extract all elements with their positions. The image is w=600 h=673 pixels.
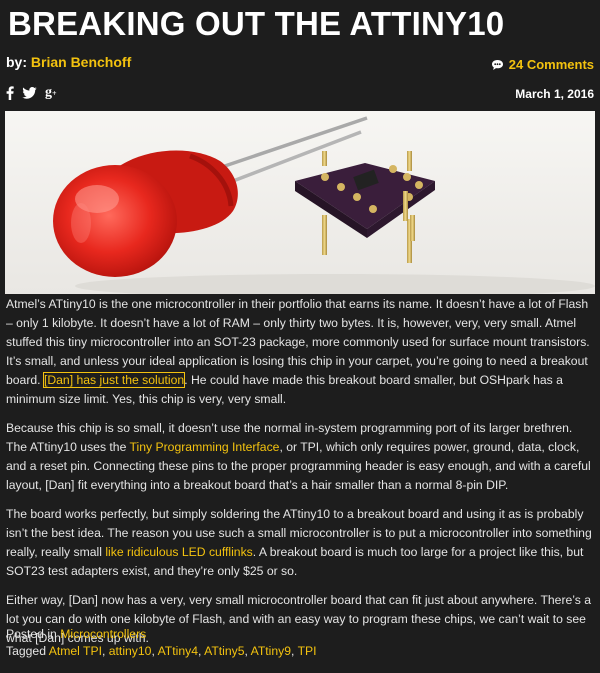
tags-row: Tagged Atmel TPI, attiny10, ATtiny4, ATt… bbox=[6, 643, 317, 660]
tpi-link[interactable]: Tiny Programming Interface bbox=[130, 440, 280, 454]
tag-link[interactable]: Atmel TPI bbox=[49, 644, 102, 658]
comments-count: 24 Comments bbox=[508, 57, 594, 72]
paragraph-2: Because this chip is so small, it doesn’… bbox=[6, 419, 594, 495]
author-link[interactable]: Brian Benchoff bbox=[31, 54, 131, 70]
twitter-icon[interactable] bbox=[22, 86, 37, 100]
tag-separator: , bbox=[101, 644, 109, 658]
tag-link[interactable]: ATtiny9 bbox=[251, 644, 291, 658]
led-cufflinks-link[interactable]: like ridiculous LED cufflinks bbox=[105, 545, 252, 559]
facebook-icon[interactable] bbox=[6, 86, 14, 100]
gplus-plus: + bbox=[52, 88, 57, 98]
dan-solution-link[interactable]: [Dan] has just the solution bbox=[42, 372, 186, 388]
paragraph-1: Atmel’s ATtiny10 is the one microcontrol… bbox=[6, 295, 594, 409]
posted-in-row: Posted in Microcontrollers bbox=[6, 626, 317, 643]
tag-link[interactable]: ATtiny5 bbox=[204, 644, 244, 658]
article-title: BREAKING OUT THE ATTINY10 bbox=[8, 5, 505, 42]
category-link[interactable]: Microcontrollers bbox=[60, 627, 146, 641]
tag-link[interactable]: ATtiny4 bbox=[158, 644, 198, 658]
posted-in-label: Posted in bbox=[6, 627, 57, 641]
byline: by: Brian Benchoff bbox=[6, 54, 131, 70]
paragraph-3: The board works perfectly, but simply so… bbox=[6, 505, 594, 581]
article-body: Atmel’s ATtiny10 is the one microcontrol… bbox=[6, 295, 594, 658]
social-share-bar: g + bbox=[6, 85, 57, 100]
tag-link[interactable]: attiny10 bbox=[109, 644, 152, 658]
hero-image bbox=[5, 111, 595, 294]
comments-link[interactable]: 24 Comments bbox=[491, 57, 594, 72]
speech-bubble-icon bbox=[491, 59, 504, 71]
google-plus-icon[interactable]: g + bbox=[45, 85, 57, 100]
post-date: March 1, 2016 bbox=[515, 87, 594, 101]
by-label: by: bbox=[6, 54, 27, 70]
post-meta: Posted in Microcontrollers Tagged Atmel … bbox=[6, 626, 317, 660]
tag-link[interactable]: TPI bbox=[298, 644, 317, 658]
tagged-label: Tagged bbox=[6, 644, 46, 658]
gplus-letter: g bbox=[45, 85, 52, 100]
